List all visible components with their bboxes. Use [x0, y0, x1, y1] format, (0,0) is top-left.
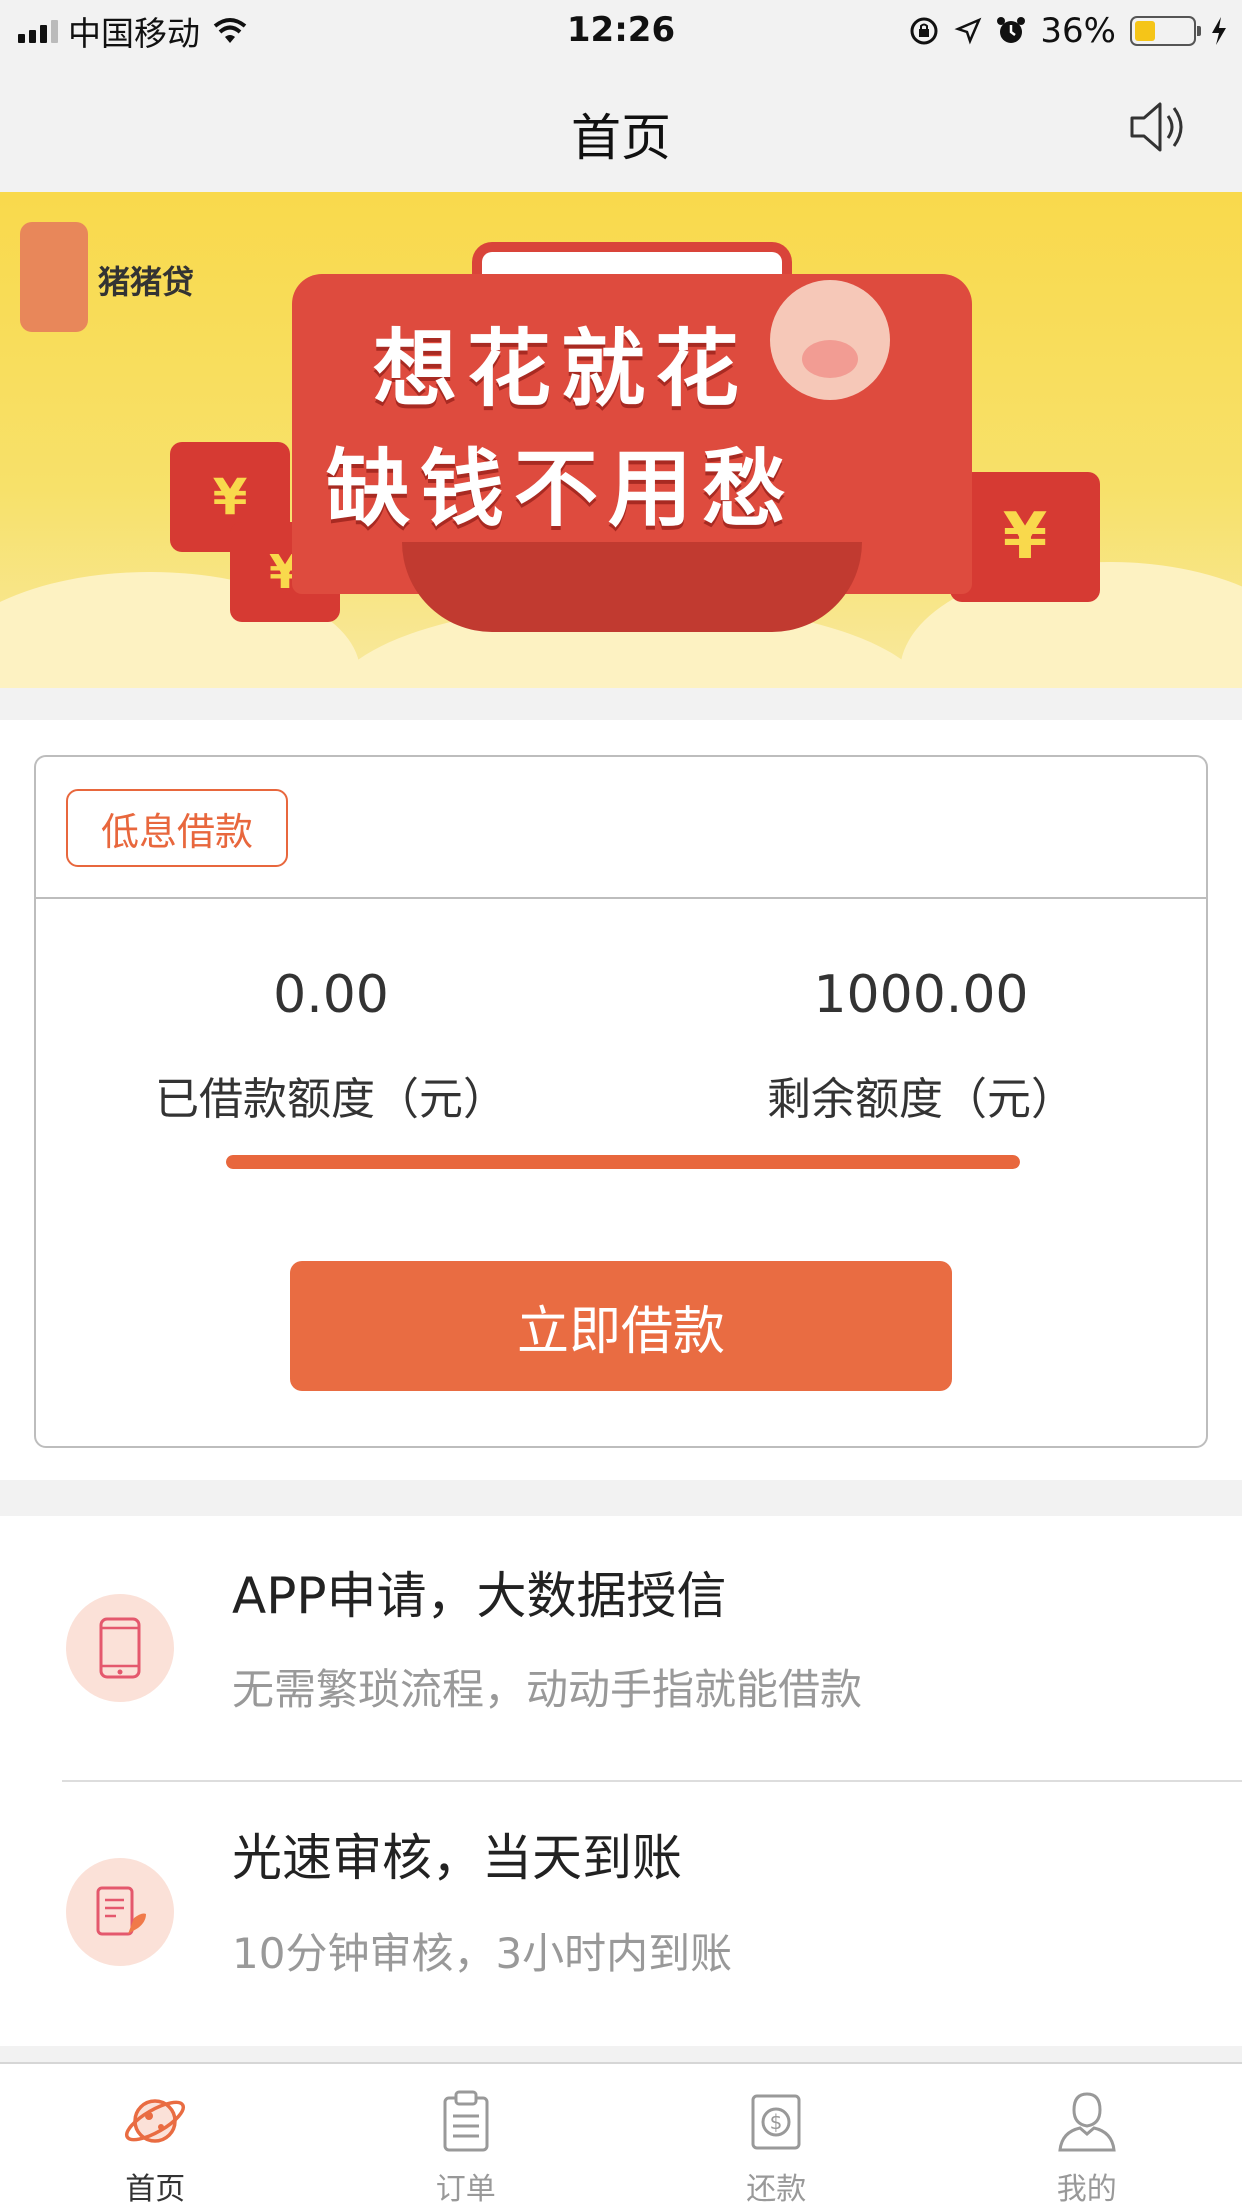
credit-progress-bar [226, 1155, 1020, 1169]
battery-percent: 36% [1040, 11, 1116, 51]
tab-repayment[interactable]: $ 还款 [621, 2064, 932, 2208]
feature-title: APP申请，大数据授信 [232, 1567, 727, 1625]
app-logo-text: 猪猪贷 [98, 263, 195, 301]
feature-description: 无需繁琐流程，动动手指就能借款 [232, 1665, 863, 1714]
tab-orders[interactable]: 订单 [311, 2064, 622, 2208]
tab-profile[interactable]: 我的 [932, 2064, 1242, 2208]
remaining-amount-label: 剩余额度（元） [767, 1074, 1075, 1125]
battery-level [1135, 21, 1156, 41]
app-screen: 中国移动 12:26 36% 首页 猪猪贷 ¥ ¥ ¥ 想花就花 缺钱不用愁 低… [0, 0, 1242, 2208]
navigation-bar: 首页 [0, 62, 1242, 192]
status-right: 36% [908, 10, 1228, 52]
tab-label: 首页 [125, 2172, 186, 2207]
phone-icon [99, 1617, 141, 1679]
money-cycle-icon: $ [751, 2094, 801, 2150]
location-arrow-icon [954, 17, 982, 45]
feature-icon-wrap [66, 1858, 174, 1966]
loan-card: 低息借款 0.00 已借款额度（元） 1000.00 剩余额度（元） 立即借款 [34, 755, 1208, 1448]
speaker-icon[interactable] [1126, 94, 1192, 160]
bottom-tab-bar: 首页 订单 $ 还款 我的 [0, 2062, 1242, 2208]
tab-home[interactable]: 首页 [0, 2064, 311, 2208]
banner-slogan-line1: 想花就花 [372, 320, 749, 418]
rotation-lock-icon [910, 17, 938, 45]
promo-banner[interactable]: 猪猪贷 ¥ ¥ ¥ 想花就花 缺钱不用愁 [0, 192, 1242, 688]
tab-label: 我的 [1056, 2172, 1117, 2207]
feature-icon-wrap [66, 1594, 174, 1702]
borrowed-amount-value: 0.00 [273, 965, 389, 1025]
feature-list: APP申请，大数据授信 无需繁琐流程，动动手指就能借款 光速审核，当天到账 10… [0, 1516, 1242, 2046]
alarm-icon [997, 17, 1026, 43]
remaining-amount-value: 1000.00 [813, 965, 1029, 1025]
red-bag-bottom [402, 542, 862, 632]
pig-snout [802, 340, 858, 378]
battery-icon [1130, 16, 1201, 46]
charging-icon [1212, 17, 1226, 45]
borrow-now-button[interactable]: 立即借款 [290, 1261, 952, 1391]
svg-text:$: $ [770, 2110, 783, 2134]
tab-label: 订单 [435, 2172, 496, 2207]
feature-item-app-apply: APP申请，大数据授信 无需繁琐流程，动动手指就能借款 [0, 1516, 1242, 1780]
feature-description: 10分钟审核，3小时内到账 [232, 1929, 733, 1978]
status-bar: 中国移动 12:26 36% [0, 0, 1242, 62]
tab-label: 还款 [746, 2172, 807, 2207]
planet-icon [125, 2099, 186, 2143]
borrowed-amount-label: 已借款额度（元） [155, 1074, 507, 1125]
remaining-amount: 1000.00 剩余额度（元） [696, 965, 1146, 1127]
feature-title: 光速审核，当天到账 [232, 1829, 682, 1887]
loan-type-tag: 低息借款 [66, 789, 288, 867]
credit-progress-fill [226, 1155, 1020, 1169]
document-rocket-icon [96, 1886, 146, 1936]
page-title: 首页 [571, 109, 671, 167]
user-icon [1058, 2092, 1116, 2152]
clipboard-icon [443, 2090, 489, 2152]
borrowed-amount: 0.00 已借款额度（元） [106, 965, 556, 1127]
pig-mascot [770, 280, 890, 400]
banner-slogan-line2: 缺钱不用愁 [325, 440, 796, 538]
card-divider [36, 897, 1206, 899]
feature-item-fast-review: 光速审核，当天到账 10分钟审核，3小时内到账 [0, 1782, 1242, 2046]
